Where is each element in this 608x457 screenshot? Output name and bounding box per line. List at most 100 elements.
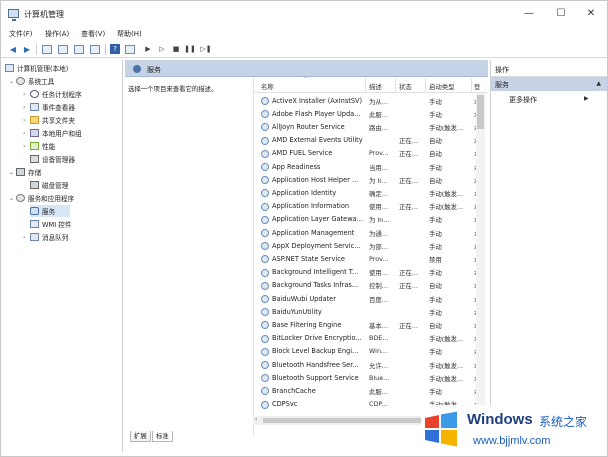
show-hide-tree-icon[interactable] — [57, 43, 69, 55]
scrollbar-thumb[interactable] — [263, 418, 443, 423]
expand-icon[interactable]: › — [23, 117, 30, 124]
up-folder-icon[interactable] — [41, 43, 53, 55]
table-row[interactable]: AMD FUEL ServiceProv...正在...自动本 — [254, 147, 480, 160]
tree-item-services-apps[interactable]: ⌄ 服务和应用程序 — [9, 192, 74, 204]
column-header-row: ^ 名称 描述 状态 启动类型 登 — [254, 77, 488, 93]
table-row[interactable]: Bluetooth Handsfree Ser...允许...手动(触发...本 — [254, 358, 480, 371]
table-row[interactable]: Block Level Backup Engi...Win...手动本 — [254, 345, 480, 358]
service-gear-icon — [261, 97, 269, 105]
scrollbar-thumb[interactable] — [477, 95, 484, 129]
table-row[interactable]: BranchCache此服...手动本 — [254, 384, 480, 397]
tree-item-storage[interactable]: ⌄ 存储 — [9, 166, 41, 178]
restart-service-icon[interactable]: ▷❚ — [200, 43, 212, 55]
tab-standard[interactable]: 标准 — [152, 431, 173, 442]
service-status: 正在... — [399, 269, 418, 278]
minimize-button[interactable]: — — [517, 5, 541, 23]
column-divider[interactable] — [395, 78, 396, 92]
start-service-icon[interactable]: ▶ — [142, 43, 154, 55]
collapse-up-icon[interactable]: ▲ — [596, 80, 601, 87]
column-header-description[interactable]: 描述 — [369, 82, 382, 91]
table-row[interactable]: Background Tasks Infras...控制...正在...自动本 — [254, 279, 480, 292]
expand-icon[interactable]: › — [23, 143, 30, 150]
tree-item-services[interactable]: 服务 — [30, 205, 70, 217]
table-row[interactable]: Application Layer Gatewa...为 In...手动本 — [254, 213, 480, 226]
menu-file[interactable]: 文件(F) — [9, 29, 33, 39]
tab-extended[interactable]: 扩展 — [130, 431, 151, 442]
service-gear-icon — [261, 321, 269, 330]
tree-item-local-users[interactable]: › 本地用户和组 — [23, 127, 82, 139]
table-row[interactable]: Base Filtering Engine基本...正在...自动本 — [254, 318, 480, 331]
tree-item-task-scheduler[interactable]: › 任务计划程序 — [23, 88, 82, 100]
collapse-icon[interactable]: ⌄ — [9, 169, 16, 176]
tree-item-system-tools[interactable]: ⌄ 系统工具 — [9, 75, 54, 87]
service-description: 允许... — [369, 361, 388, 370]
vertical-scrollbar[interactable] — [476, 93, 485, 433]
menu-help[interactable]: 帮助(H) — [117, 29, 142, 39]
table-row[interactable]: AMD External Events Utility正在...自动本 — [254, 134, 480, 147]
forward-arrow-icon[interactable]: ▶ — [21, 43, 33, 55]
table-row[interactable]: BitLocker Drive Encryptio... BDE... 手动(触发.… — [254, 332, 480, 345]
service-name: ASP.NET State Service — [272, 254, 345, 263]
service-status: 正在... — [399, 176, 418, 185]
service-gear-icon — [261, 110, 269, 119]
more-actions-item[interactable]: 更多操作 ▶ — [509, 95, 589, 105]
menu-view[interactable]: 查看(V) — [81, 29, 105, 39]
computer-management-icon — [8, 9, 19, 21]
tree-item-performance[interactable]: › 性能 — [23, 140, 55, 152]
table-row[interactable]: AllJoyn Router Service路由...手动(触发...本 — [254, 120, 480, 133]
resume-service-icon[interactable]: ▷ — [156, 43, 168, 55]
table-row[interactable]: App Readiness当用...手动本 — [254, 160, 480, 173]
service-name: BitLocker Drive Encryptio... — [272, 334, 362, 343]
tree-item-wmi[interactable]: WMI 控件 — [30, 218, 71, 230]
column-header-logon[interactable]: 登 — [474, 82, 480, 91]
tree-item-message-queue[interactable]: › 消息队列 — [23, 231, 68, 243]
back-arrow-icon[interactable]: ◀ — [7, 43, 19, 55]
table-row[interactable]: Bluetooth Support Service Blue... 手动(触发...… — [254, 371, 480, 384]
table-row[interactable]: Background Intelligent T...使用...正在...手动本 — [254, 266, 480, 279]
table-row[interactable]: Application Management为通...手动本 — [254, 226, 480, 239]
menu-action[interactable]: 操作(A) — [45, 29, 69, 39]
tree-item-event-viewer[interactable]: › 事件查看器 — [23, 101, 75, 113]
tree-item-device-manager[interactable]: 设备管理器 — [30, 153, 75, 165]
service-name: AMD External Events Utility — [272, 136, 363, 145]
tree-item-disk-management[interactable]: 磁盘管理 — [30, 179, 68, 191]
service-name: Application Layer Gatewa... — [272, 215, 363, 224]
actions-section-services[interactable]: 服务 ▲ — [491, 77, 607, 91]
table-row[interactable]: Application Host Helper ... 为 II... 正在... 自… — [254, 173, 480, 186]
collapse-icon[interactable]: ⌄ — [9, 195, 16, 202]
column-divider[interactable] — [471, 78, 472, 92]
column-divider[interactable] — [425, 78, 426, 92]
tree-item-shared-folders[interactable]: › 共享文件夹 — [23, 114, 75, 126]
export-list-icon[interactable] — [89, 43, 101, 55]
tree-item-root[interactable]: 计算机管理(本地) — [5, 62, 68, 74]
table-row[interactable]: BaiduYunUtility手动本 — [254, 305, 480, 318]
table-row[interactable]: Adobe Flash Player Upda...此服...手动本 — [254, 107, 480, 120]
expand-icon[interactable]: › — [23, 234, 30, 241]
column-divider[interactable] — [365, 78, 366, 92]
collapse-icon[interactable]: ⌄ — [9, 78, 16, 85]
refresh-icon[interactable] — [73, 43, 85, 55]
services-panel-header: 服务 — [125, 60, 488, 77]
table-row[interactable]: Application Information 使用... 正在... 手动(触发..… — [254, 200, 480, 213]
expand-icon[interactable]: › — [23, 130, 30, 137]
pause-service-icon[interactable]: ❚❚ — [184, 43, 196, 55]
column-header-name[interactable]: 名称 — [261, 82, 274, 91]
help-icon[interactable]: ? — [109, 43, 121, 55]
table-row[interactable]: ActiveX Installer (AxInstSV)为从...手动本 — [254, 94, 480, 107]
windows-logo-icon — [425, 411, 457, 447]
close-button[interactable]: ✕ — [579, 5, 603, 23]
column-header-status[interactable]: 状态 — [399, 82, 412, 91]
table-row[interactable]: AppX Deployment Servic...为部...手动本 — [254, 239, 480, 252]
maximize-button[interactable]: ☐ — [549, 5, 573, 23]
stop-service-icon[interactable]: ■ — [170, 43, 182, 55]
table-row[interactable]: Application Identity确定...手动(触发...本 — [254, 186, 480, 199]
scroll-left-icon[interactable]: ‹ — [255, 416, 257, 423]
properties-icon[interactable] — [124, 43, 136, 55]
column-header-startup-type[interactable]: 启动类型 — [429, 82, 455, 91]
service-startup-type: 手动(触发... — [429, 361, 464, 370]
expand-icon[interactable]: › — [23, 104, 30, 111]
expand-icon[interactable]: › — [23, 91, 30, 98]
service-description: 此服... — [369, 387, 388, 396]
table-row[interactable]: ASP.NET State ServiceProv...禁用本 — [254, 252, 480, 265]
table-row[interactable]: BaiduWubi Updater百度...手动本 — [254, 292, 480, 305]
